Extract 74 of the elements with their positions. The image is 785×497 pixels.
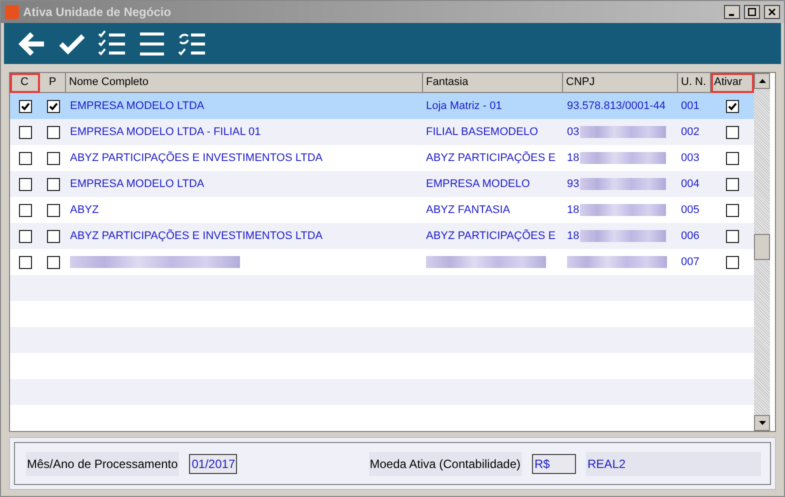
column-header[interactable]: C <box>10 73 40 93</box>
currency-code-field[interactable]: R$ <box>532 454 576 474</box>
close-icon[interactable] <box>764 5 780 19</box>
checkbox[interactable] <box>18 256 32 268</box>
table-cell: 006 <box>681 230 700 242</box>
back-arrow-icon[interactable] <box>18 30 46 58</box>
checkbox[interactable] <box>46 230 60 242</box>
table-cell: ABYZ PARTICIPAÇÕES E <box>426 152 556 164</box>
checkbox[interactable] <box>726 256 739 268</box>
checkbox[interactable] <box>18 126 32 138</box>
table-row[interactable]: EMPRESA MODELO LTDA Loja Matriz - 01 93.578.813/0001-44 001 <box>10 93 754 119</box>
table-cell: ABYZ PARTICIPAÇÕES E INVESTIMENTOS LTDA <box>70 152 323 164</box>
table-cell: 002 <box>681 126 700 138</box>
currency-name: REAL2 <box>586 452 761 476</box>
checkbox[interactable] <box>46 256 60 268</box>
checkbox[interactable] <box>18 100 32 112</box>
table-cell: EMPRESA MODELO <box>426 178 530 190</box>
checkbox[interactable] <box>726 204 739 216</box>
scroll-thumb[interactable] <box>754 234 770 260</box>
checkbox[interactable] <box>726 152 739 164</box>
minimize-icon[interactable] <box>724 5 740 19</box>
table-row[interactable]: ABYZ PARTICIPAÇÕES E INVESTIMENTOS LTDA ABYZ PARTICIPAÇÕES E 18 006 <box>10 223 754 249</box>
table-cell: 001 <box>681 100 700 112</box>
table-cell-text: 18 <box>567 150 580 166</box>
checkbox[interactable] <box>726 126 739 138</box>
table-cell: 007 <box>681 256 700 268</box>
period-label: Mês/Ano de Processamento <box>26 452 179 476</box>
list-icon[interactable] <box>138 30 166 58</box>
column-header[interactable]: U. N. <box>678 73 711 93</box>
table-row[interactable]: EMPRESA MODELO LTDA EMPRESA MODELO 93 004 <box>10 171 754 197</box>
app-logo-icon <box>5 5 19 19</box>
checkbox[interactable] <box>46 126 60 138</box>
table-cell: ABYZ PARTICIPAÇÕES E <box>426 230 556 242</box>
period-field[interactable]: 01/2017 <box>188 454 237 474</box>
checkbox[interactable] <box>46 204 60 216</box>
table-cell-text: 03 <box>567 124 580 140</box>
checkbox[interactable] <box>46 152 60 164</box>
table-cell-text: 18 <box>567 202 580 218</box>
table-cell: 003 <box>681 152 700 164</box>
table-cell: Loja Matriz - 01 <box>426 100 502 112</box>
column-header[interactable]: Ativar <box>711 73 754 93</box>
checkbox[interactable] <box>18 230 32 242</box>
checkbox[interactable] <box>18 152 32 164</box>
column-header[interactable]: P <box>40 73 66 93</box>
table-cell: ABYZ PARTICIPAÇÕES E INVESTIMENTOS LTDA <box>70 230 323 242</box>
table-cell-text: 93 <box>567 176 580 192</box>
table-cell: 004 <box>681 178 700 190</box>
table-cell-text: 93.578.813/0001-44 <box>567 98 666 114</box>
checkbox[interactable] <box>726 100 739 112</box>
table-cell: EMPRESA MODELO LTDA <box>70 178 204 190</box>
column-header[interactable]: Fantasia <box>423 73 563 93</box>
currency-label: Moeda Ativa (Contabilidade) <box>368 452 522 476</box>
table-cell: EMPRESA MODELO LTDA - FILIAL 01 <box>70 126 261 138</box>
table-cell: ABYZ FANTASIA <box>426 204 510 216</box>
checkbox[interactable] <box>726 230 739 242</box>
scroll-down-icon[interactable] <box>754 415 770 431</box>
table-cell: EMPRESA MODELO LTDA <box>70 100 204 112</box>
checkbox[interactable] <box>726 178 739 190</box>
table-cell-text: 18 <box>567 228 580 244</box>
column-header[interactable]: CNPJ <box>563 73 678 93</box>
table-cell: 005 <box>681 204 700 216</box>
window-title: Ativa Unidade de Negócio <box>23 4 172 21</box>
scrollbar[interactable] <box>754 73 770 431</box>
column-header[interactable]: Nome Completo <box>66 73 423 93</box>
checkbox[interactable] <box>46 178 60 190</box>
maximize-icon[interactable] <box>744 5 760 19</box>
table-cell: FILIAL BASEMODELO <box>426 126 538 138</box>
table-row[interactable]: EMPRESA MODELO LTDA - FILIAL 01 FILIAL BASEMODELO 03 002 <box>10 119 754 145</box>
checkbox[interactable] <box>46 100 60 112</box>
checkbox[interactable] <box>18 204 32 216</box>
table-cell: ABYZ <box>70 204 99 216</box>
checkbox[interactable] <box>18 178 32 190</box>
scroll-up-icon[interactable] <box>754 73 770 89</box>
checklist-icon[interactable] <box>98 30 126 58</box>
